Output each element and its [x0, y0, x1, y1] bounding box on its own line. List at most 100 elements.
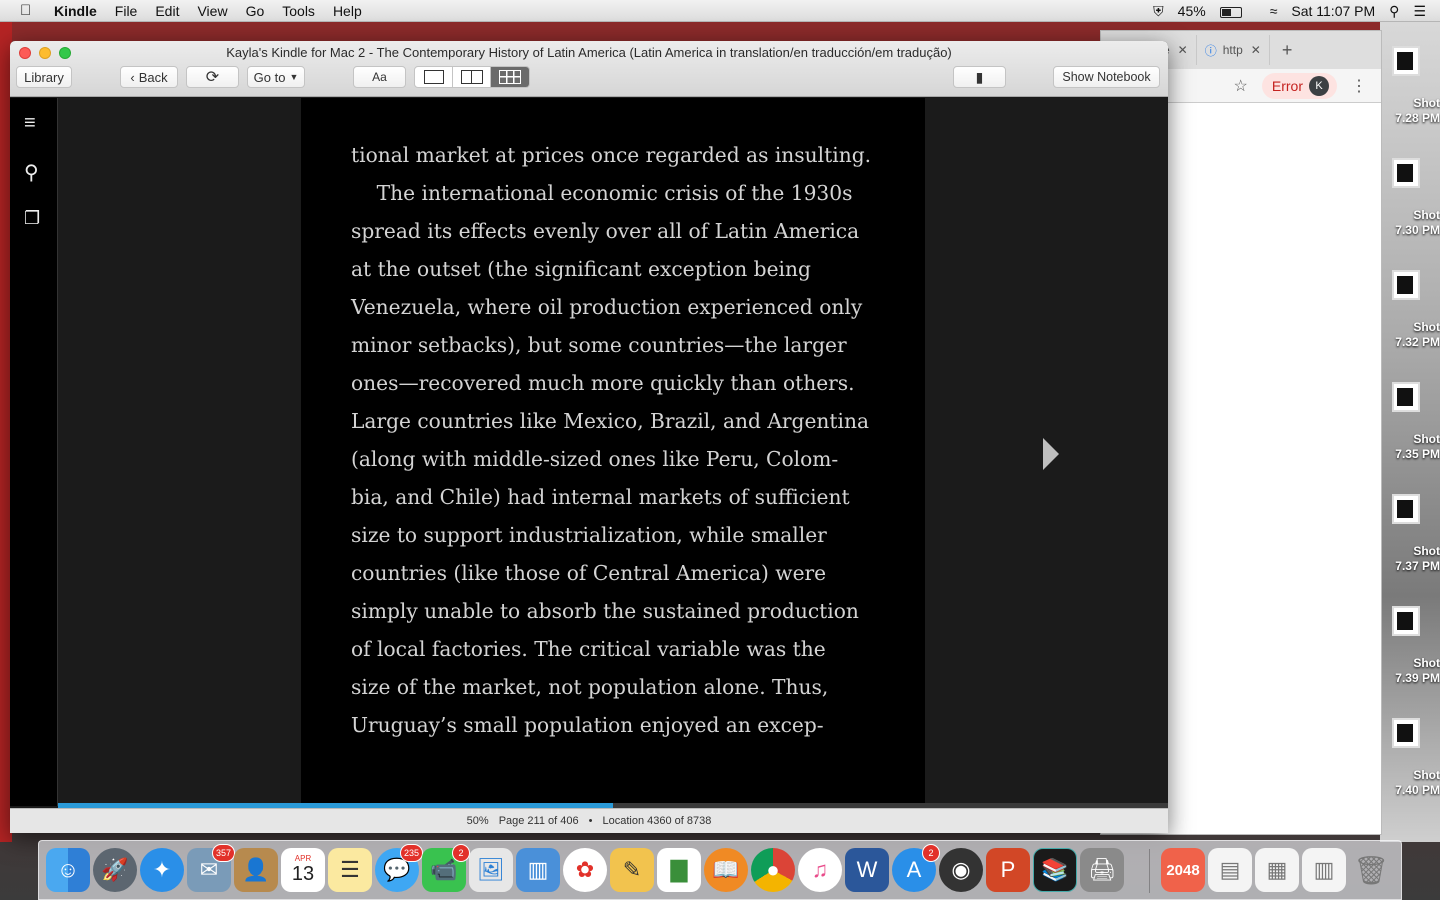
- window-title: Kayla's Kindle for Mac 2 - The Contempor…: [226, 45, 952, 60]
- mail-icon[interactable]: ✉ 357: [187, 844, 235, 892]
- file-time: 7.32 PM: [1395, 335, 1440, 349]
- bookmark-button[interactable]: ▮: [953, 66, 1006, 88]
- book-line: countries (like those of Central America…: [351, 561, 827, 585]
- page-indicator: Page 211 of 406: [498, 815, 579, 827]
- close-icon[interactable]: ✕: [1251, 43, 1261, 57]
- desktop-file[interactable]: Shot 7.35 PM: [1382, 382, 1440, 462]
- file-time: 7.35 PM: [1395, 447, 1440, 461]
- two-page-view-button[interactable]: [453, 67, 491, 87]
- book-line: bia, and Chile) had internal markets of …: [351, 485, 850, 509]
- close-icon[interactable]: ✕: [1178, 43, 1188, 57]
- photo-booth-icon[interactable]: ◉: [939, 848, 983, 892]
- desktop-file[interactable]: Shot 7.28 PM: [1382, 46, 1440, 126]
- notes-icon[interactable]: ☰: [328, 848, 372, 892]
- pages-icon[interactable]: ✎: [610, 848, 654, 892]
- show-notebook-button[interactable]: Show Notebook: [1053, 66, 1160, 88]
- trash-icon[interactable]: 🗑: [1349, 848, 1393, 892]
- printer-icon[interactable]: 🖨: [1080, 848, 1124, 892]
- next-page-icon[interactable]: [1043, 438, 1059, 470]
- chrome-icon[interactable]: ●: [751, 848, 795, 892]
- goto-button[interactable]: Go to ▼: [247, 66, 305, 88]
- grid-view-button[interactable]: [491, 67, 529, 87]
- safari-icon[interactable]: ✦: [140, 848, 184, 892]
- app-store-badge: 2: [922, 844, 940, 862]
- sync-button[interactable]: ⟳: [186, 66, 239, 88]
- wifi-icon[interactable]: ≈: [1270, 3, 1278, 19]
- apple-icon[interactable]: : [20, 2, 38, 19]
- file-thumbnail-icon: [1392, 270, 1420, 300]
- chrome-tab-title: http: [1222, 43, 1243, 57]
- book-line: minor setbacks), but some countries—the …: [351, 333, 847, 357]
- kindle-icon[interactable]: 📚: [1033, 848, 1077, 892]
- more-menu-icon[interactable]: ⋮: [1351, 76, 1367, 96]
- keynote-icon[interactable]: ▥: [516, 848, 560, 892]
- file-time: 7.28 PM: [1395, 111, 1440, 125]
- desktop-file[interactable]: Shot 7.37 PM: [1382, 494, 1440, 574]
- file-label: Shot: [1413, 208, 1440, 222]
- mail-badge: 357: [211, 844, 235, 862]
- file-thumbnail-icon: [1392, 494, 1420, 524]
- shield-icon[interactable]: ⛨: [1153, 3, 1164, 20]
- menu-help[interactable]: Help: [333, 3, 362, 19]
- table-of-contents-icon[interactable]: ≡: [24, 112, 46, 134]
- book-page[interactable]: tional market at prices once regarded as…: [301, 98, 925, 804]
- desktop-file[interactable]: Shot 7.39 PM: [1382, 606, 1440, 686]
- document-stack-icon[interactable]: ▤: [1208, 848, 1252, 892]
- back-button[interactable]: ‹ Back: [120, 66, 178, 88]
- desktop-file[interactable]: Shot 7.32 PM: [1382, 270, 1440, 350]
- profile-error-button[interactable]: Error K: [1261, 72, 1337, 99]
- menu-app-name[interactable]: Kindle: [54, 3, 97, 19]
- battery-percent: 45%: [1177, 3, 1206, 19]
- reading-area[interactable]: tional market at prices once regarded as…: [58, 98, 1168, 804]
- photos-icon[interactable]: ✿: [563, 848, 607, 892]
- numbers-icon[interactable]: ▇: [657, 848, 701, 892]
- menu-go[interactable]: Go: [246, 3, 265, 19]
- new-tab-icon[interactable]: +: [1282, 40, 1293, 61]
- contacts-icon[interactable]: 👤: [234, 848, 278, 892]
- library-button[interactable]: Library: [16, 66, 72, 88]
- clock[interactable]: Sat 11:07 PM: [1291, 3, 1375, 19]
- ibooks-icon[interactable]: 📖: [704, 848, 748, 892]
- chrome-tab[interactable]: ⓘ http ✕: [1197, 35, 1270, 65]
- app-store-icon[interactable]: A2: [892, 844, 940, 892]
- avatar: K: [1309, 75, 1329, 96]
- spotlight-search-icon[interactable]: ⚲: [1389, 3, 1399, 20]
- menu-tools[interactable]: Tools: [282, 3, 315, 19]
- calendar-day: 13: [291, 863, 315, 885]
- desktop-file[interactable]: Shot 7.30 PM: [1382, 158, 1440, 238]
- chevron-down-icon: ▼: [289, 72, 299, 82]
- preview-icon[interactable]: 🖼: [469, 848, 513, 892]
- launchpad-icon[interactable]: 🚀: [93, 848, 137, 892]
- downloads-stack-icon[interactable]: ▥: [1302, 848, 1346, 892]
- book-line: at the outset (the significant exception…: [351, 257, 811, 281]
- status-bar: 50% Page 211 of 406 • Location 4360 of 8…: [10, 808, 1168, 833]
- menu-file[interactable]: File: [115, 3, 138, 19]
- single-page-view-button[interactable]: [415, 67, 453, 87]
- book-text: tional market at prices once regarded as…: [351, 136, 881, 744]
- font-settings-button[interactable]: Aa: [353, 66, 406, 88]
- messages-icon[interactable]: 💬 235: [375, 844, 423, 892]
- facetime-icon[interactable]: 📹 2: [422, 844, 470, 892]
- file-label: Shot: [1413, 768, 1440, 782]
- favicon-icon: ⓘ: [1204, 43, 1217, 58]
- file-label: Shot: [1413, 96, 1440, 110]
- facetime-badge: 2: [452, 844, 470, 862]
- flashcards-icon[interactable]: ❐: [24, 208, 46, 230]
- notification-center-icon[interactable]: ☰: [1413, 3, 1426, 20]
- file-thumbnail-icon: [1392, 158, 1420, 188]
- word-icon[interactable]: W: [845, 848, 889, 892]
- game-2048-icon[interactable]: 2048: [1161, 848, 1205, 892]
- screenshot-stack-icon[interactable]: ▦: [1255, 848, 1299, 892]
- reader-sidebar: ≡ ⚲ ❐: [10, 98, 58, 806]
- battery-icon[interactable]: [1219, 3, 1256, 19]
- calendar-icon[interactable]: APR 13: [281, 848, 325, 892]
- desktop-file[interactable]: Shot 7.40 PM: [1382, 718, 1440, 798]
- star-icon[interactable]: ☆: [1234, 76, 1248, 96]
- finder-icon[interactable]: ☺: [46, 848, 90, 892]
- itunes-icon[interactable]: ♫: [798, 848, 842, 892]
- powerpoint-icon[interactable]: P: [986, 848, 1030, 892]
- file-label: Shot: [1413, 656, 1440, 670]
- search-icon[interactable]: ⚲: [24, 160, 46, 184]
- menu-view[interactable]: View: [197, 3, 227, 19]
- menu-edit[interactable]: Edit: [155, 3, 179, 19]
